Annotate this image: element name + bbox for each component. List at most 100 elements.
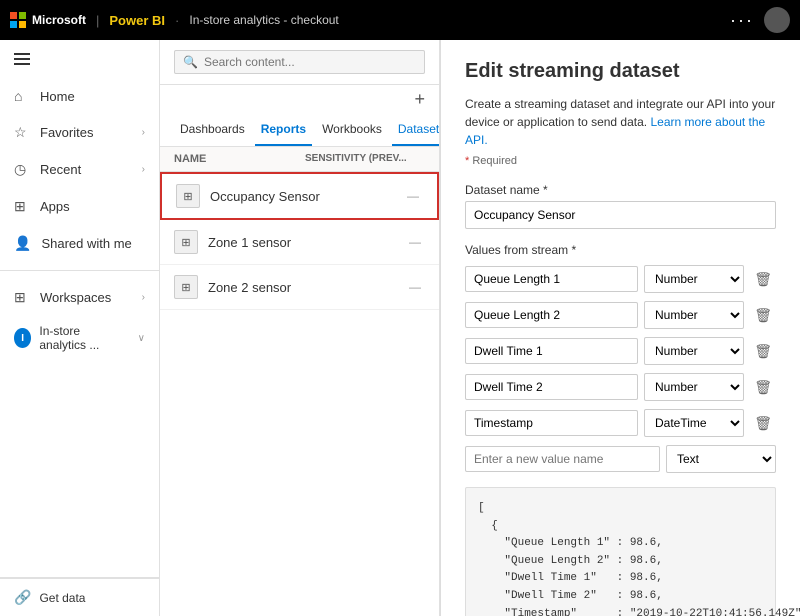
search-input[interactable]: [204, 55, 416, 69]
dataset-name-occupancy: Occupancy Sensor: [210, 189, 393, 204]
dataset-icon-zone1: ⊞: [174, 230, 198, 254]
stream-field-1-type[interactable]: NumberTextDateTimeBoolean: [644, 265, 744, 293]
dataset-dash-zone2: —: [405, 280, 425, 294]
dataset-name-zone2: Zone 2 sensor: [208, 280, 395, 295]
tab-reports[interactable]: Reports: [255, 114, 312, 146]
dataset-item-zone2[interactable]: ⊞ Zone 2 sensor —: [160, 265, 439, 310]
main-layout: ⌂ Home ☆ Favorites › ◷ Recent › ⊞ Apps 👤…: [0, 40, 800, 616]
stream-field-2-type[interactable]: NumberTextDateTimeBoolean: [644, 301, 744, 329]
content-area: 🔍 + Dashboards Reports Workbooks: [160, 40, 800, 616]
panel-title: Edit streaming dataset: [465, 60, 776, 83]
topbar: Microsoft | Power BI · In-store analytic…: [0, 0, 800, 40]
stream-field-2-delete[interactable]: 🗑: [750, 305, 776, 326]
stream-field-1-input[interactable]: [465, 266, 638, 292]
stream-field-4-type[interactable]: NumberTextDateTimeBoolean: [644, 373, 744, 401]
topbar-product: Power BI: [109, 13, 165, 28]
stream-row-2: NumberTextDateTimeBoolean 🗑: [465, 301, 776, 329]
stream-row-5: NumberTextDateTimeBoolean 🗑: [465, 409, 776, 437]
topbar-divider: |: [96, 13, 99, 28]
sidebar-item-apps[interactable]: ⊞ Apps: [0, 188, 159, 225]
stream-field-5-type[interactable]: NumberTextDateTimeBoolean: [644, 409, 744, 437]
chevron-right-icon: ›: [142, 127, 145, 138]
shared-icon: 👤: [14, 235, 31, 252]
sidebar-item-recent-label: Recent: [40, 162, 132, 177]
sidebar-item-shared-label: Shared with me: [41, 236, 145, 251]
left-panel: 🔍 + Dashboards Reports Workbooks: [160, 40, 440, 616]
sidebar-item-recent[interactable]: ◷ Recent ›: [0, 151, 159, 188]
top-controls: +: [160, 85, 439, 114]
stream-field-3-input[interactable]: [465, 338, 638, 364]
topbar-logo: Microsoft | Power BI · In-store analytic…: [10, 12, 339, 28]
stream-row-3: NumberTextDateTimeBoolean 🗑: [465, 337, 776, 365]
dataset-item-occupancy[interactable]: ⊞ Occupancy Sensor —: [160, 172, 439, 220]
col-name-header: NAME: [174, 153, 305, 165]
stream-field-4-input[interactable]: [465, 374, 638, 400]
sidebar-workspace-item[interactable]: I In-store analytics ... ∨: [0, 316, 159, 360]
sidebar-item-favorites[interactable]: ☆ Favorites ›: [0, 114, 159, 151]
stream-field-1-delete[interactable]: 🗑: [750, 269, 776, 290]
topbar-brand: Microsoft: [32, 13, 86, 27]
stream-row-new: TextNumberDateTimeBoolean: [465, 445, 776, 473]
sidebar-bottom: 🔗 Get data: [0, 577, 159, 616]
topbar-title: In-store analytics - checkout: [189, 13, 338, 27]
dataset-name-label: Dataset name *: [465, 183, 776, 197]
add-content-button[interactable]: +: [414, 89, 425, 110]
sidebar: ⌂ Home ☆ Favorites › ◷ Recent › ⊞ Apps 👤…: [0, 40, 160, 616]
sidebar-item-favorites-label: Favorites: [40, 125, 132, 140]
dataset-icon: ⊞: [176, 184, 200, 208]
dataset-name-input[interactable]: [465, 201, 776, 229]
right-panel: Edit streaming dataset Create a streamin…: [440, 40, 800, 616]
dataset-list: ⊞ Occupancy Sensor — ⊞ Zone 1 sensor — ⊞…: [160, 172, 439, 616]
sidebar-item-workspaces-label: Workspaces: [40, 290, 132, 305]
dataset-dash-zone1: —: [405, 235, 425, 249]
stream-field-3-delete[interactable]: 🗑: [750, 341, 776, 362]
left-panel-header: 🔍: [160, 40, 439, 85]
get-data-label: Get data: [39, 591, 85, 605]
stream-field-2-input[interactable]: [465, 302, 638, 328]
stream-field-4-delete[interactable]: 🗑: [750, 377, 776, 398]
stream-row-1: NumberTextDateTimeBoolean 🗑: [465, 265, 776, 293]
dataset-icon-zone2: ⊞: [174, 275, 198, 299]
sidebar-item-shared[interactable]: 👤 Shared with me: [0, 225, 159, 262]
stream-field-5-delete[interactable]: 🗑: [750, 413, 776, 434]
sidebar-item-apps-label: Apps: [40, 199, 145, 214]
tab-datasets[interactable]: Datasets: [392, 114, 440, 146]
apps-icon: ⊞: [14, 198, 30, 215]
workspace-name: In-store analytics ...: [39, 324, 129, 352]
stream-field-5-input[interactable]: [465, 410, 638, 436]
new-field-type[interactable]: TextNumberDateTimeBoolean: [666, 445, 776, 473]
dataset-name-group: Dataset name *: [465, 183, 776, 229]
get-data-button[interactable]: 🔗 Get data: [0, 578, 159, 616]
home-icon: ⌂: [14, 88, 30, 104]
dataset-dash-occupancy: —: [403, 189, 423, 203]
topbar-divider2: ·: [175, 13, 179, 28]
new-field-input[interactable]: [465, 446, 660, 472]
workspaces-icon: ⊞: [14, 289, 30, 306]
chevron-right-icon2: ›: [142, 164, 145, 175]
panel-description: Create a streaming dataset and integrate…: [465, 95, 776, 149]
table-header: NAME SENSITIVITY (PREV...: [160, 147, 439, 172]
tab-dashboards[interactable]: Dashboards: [174, 114, 251, 146]
required-note: * Required: [465, 155, 776, 167]
stream-values-group: Values from stream * NumberTextDateTimeB…: [465, 243, 776, 473]
tab-workbooks[interactable]: Workbooks: [316, 114, 388, 146]
get-data-icon: 🔗: [14, 589, 31, 606]
topbar-more-button[interactable]: ···: [730, 10, 754, 31]
stream-field-3-type[interactable]: NumberTextDateTimeBoolean: [644, 337, 744, 365]
dataset-name-zone1: Zone 1 sensor: [208, 235, 395, 250]
stream-row-4: NumberTextDateTimeBoolean 🗑: [465, 373, 776, 401]
sidebar-item-home-label: Home: [40, 89, 145, 104]
user-avatar[interactable]: [764, 7, 790, 33]
microsoft-logo: [10, 12, 26, 28]
workspace-icon: I: [14, 328, 31, 348]
dataset-item-zone1[interactable]: ⊞ Zone 1 sensor —: [160, 220, 439, 265]
sidebar-item-workspaces[interactable]: ⊞ Workspaces ›: [0, 279, 159, 316]
sidebar-item-home[interactable]: ⌂ Home: [0, 78, 159, 114]
search-box[interactable]: 🔍: [174, 50, 425, 74]
chevron-right-icon3: ›: [142, 292, 145, 303]
sidebar-toggle[interactable]: [0, 40, 159, 78]
tabs-bar: Dashboards Reports Workbooks Datasets Da…: [160, 114, 439, 147]
stream-label: Values from stream *: [465, 243, 776, 257]
recent-icon: ◷: [14, 161, 30, 178]
favorites-icon: ☆: [14, 124, 30, 141]
